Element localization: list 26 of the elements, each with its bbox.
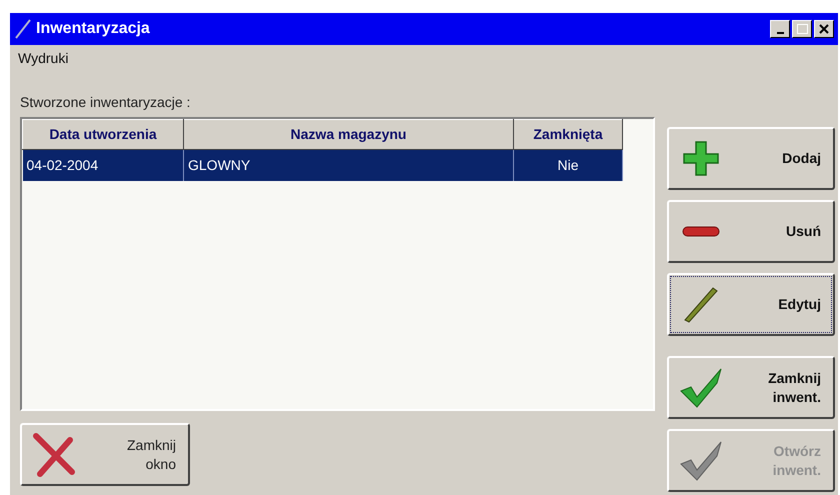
column-header[interactable]: Nazwa magazynu — [184, 120, 514, 150]
menu-item[interactable]: Wydruki — [18, 48, 68, 68]
table-cell: 04-02-2004 — [22, 150, 184, 180]
pen-icon — [14, 19, 32, 39]
table-cell: Nie — [514, 150, 622, 180]
pen-icon — [684, 286, 718, 322]
minimize-button[interactable] — [770, 20, 790, 38]
plus-icon — [683, 141, 719, 176]
action-button[interactable]: Zamknij inwent. — [667, 356, 835, 419]
close-button[interactable] — [814, 20, 834, 38]
close-icon — [819, 24, 829, 34]
check-icon — [680, 440, 722, 480]
cross-icon — [33, 432, 75, 476]
check-icon — [680, 368, 722, 408]
table-cell: GLOWNY — [184, 150, 514, 180]
list-label: Stworzone inwentaryzacje : — [20, 93, 192, 112]
action-button[interactable]: Dodaj — [667, 127, 835, 190]
action-button[interactable]: Edytuj — [667, 273, 835, 336]
column-header[interactable]: Data utworzenia — [22, 120, 184, 150]
column-header[interactable]: Zamknięta — [514, 120, 622, 150]
minus-icon — [682, 226, 720, 237]
table-row[interactable]: 04-02-2004 GLOWNY Nie — [22, 150, 622, 180]
action-button[interactable]: Zamknij okno — [20, 423, 190, 486]
window-title: Inwentaryzacja — [36, 19, 151, 39]
maximize-button[interactable] — [792, 20, 812, 38]
action-button[interactable]: Usuń — [667, 200, 835, 263]
